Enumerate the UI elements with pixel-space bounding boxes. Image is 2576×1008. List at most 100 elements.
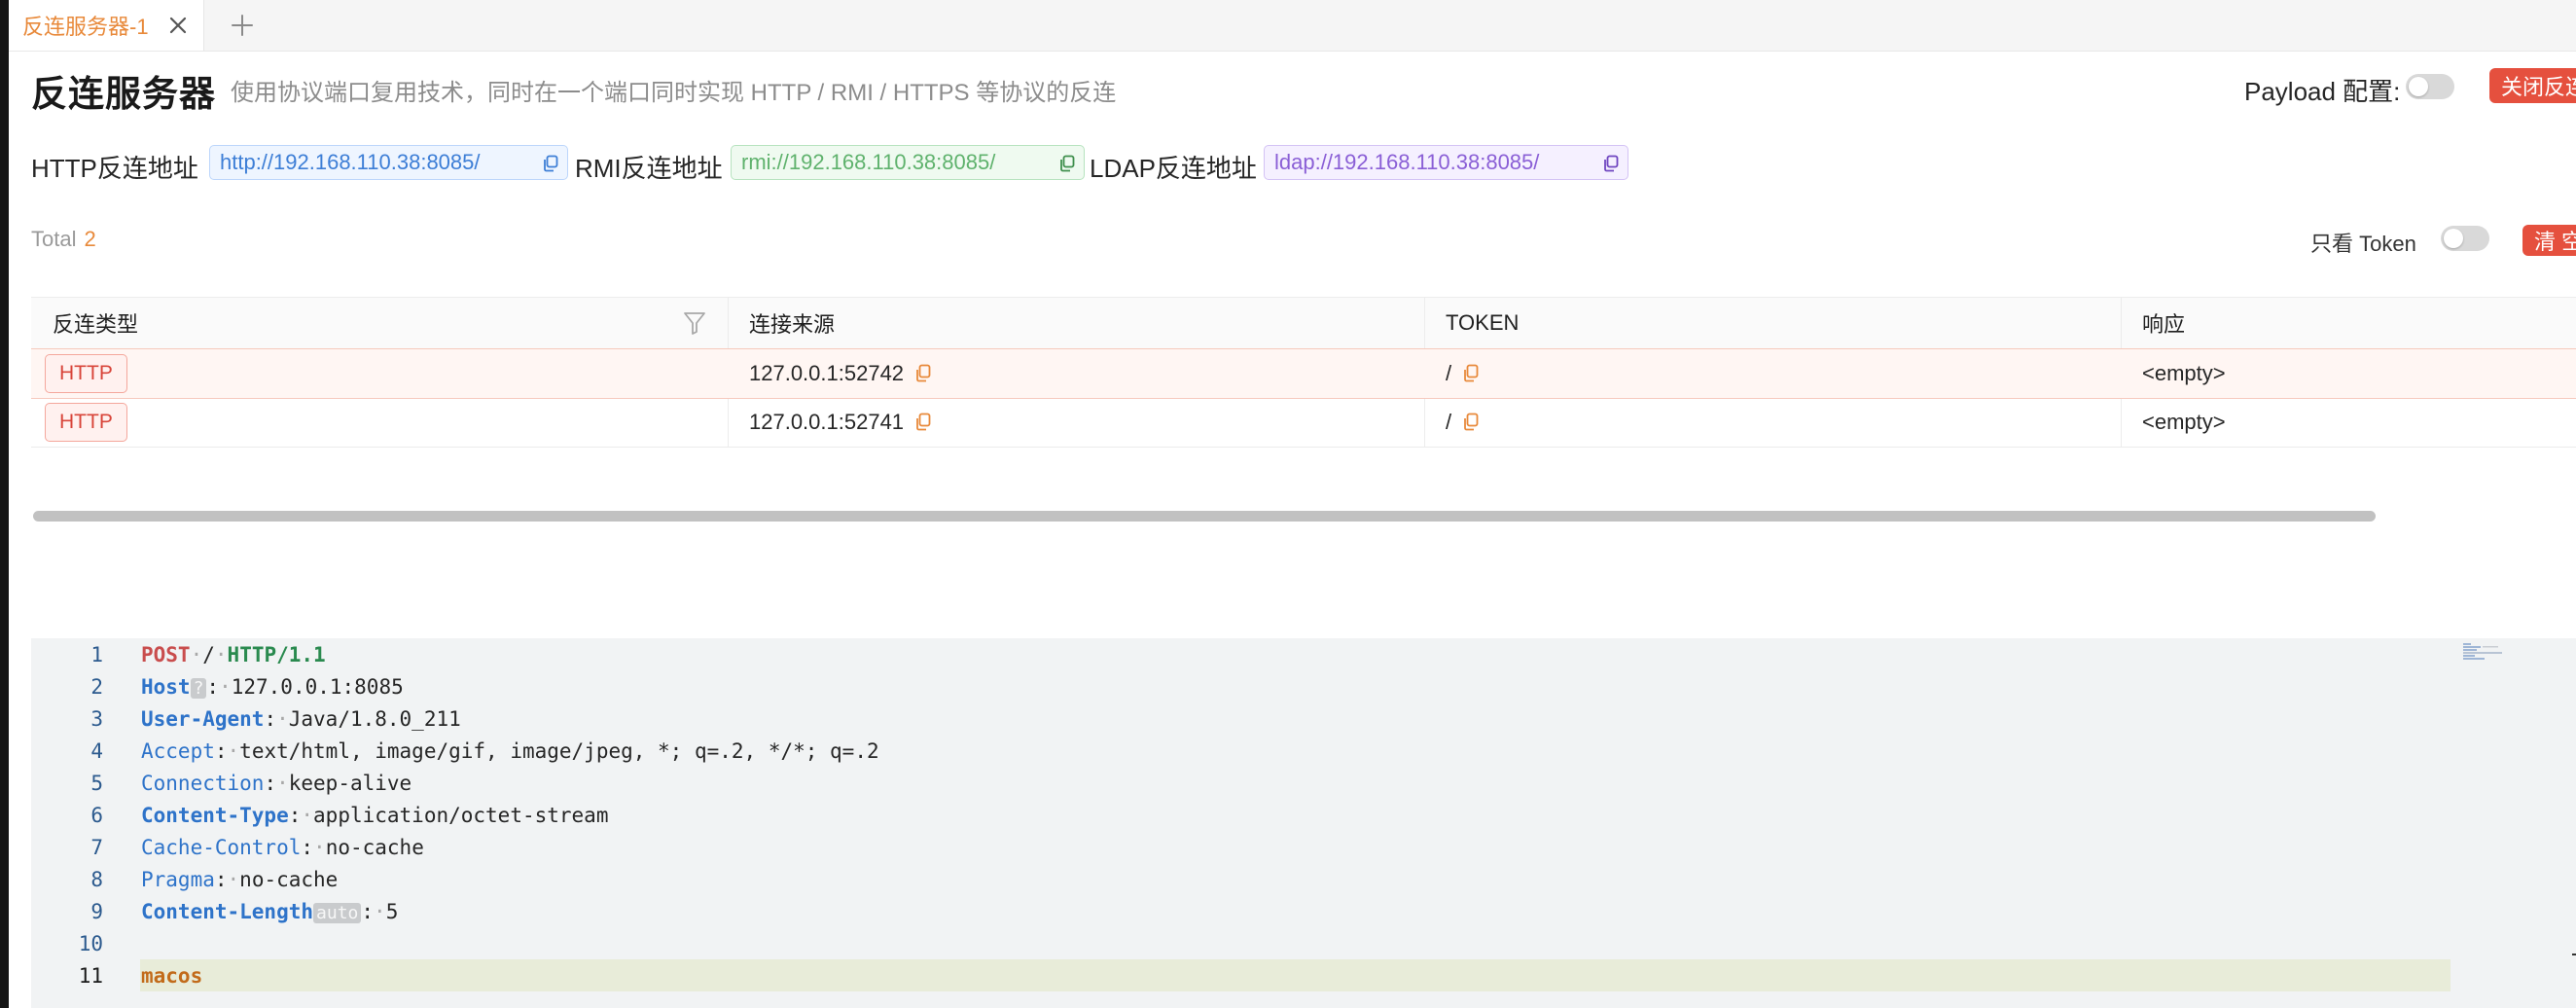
table-header: 反连类型 连接来源 TOKEN 响应 [31, 298, 2576, 349]
rmi-address-label: RMI反连地址 [575, 154, 723, 183]
request-line: POST·/·HTTP/1.1 [141, 642, 326, 666]
editor-minimap[interactable] [2463, 642, 2531, 662]
line-number: 1 [90, 642, 103, 666]
clear-button[interactable]: 清 空 [2522, 225, 2576, 256]
editor-line: 3 User-Agent:·Java/1.8.0_211 [31, 702, 2576, 735]
path: / [202, 642, 215, 666]
line-number: 4 [90, 738, 103, 763]
reverse-server-app: 反连服务器-1 反连服务器 使用协议端口复用技术，同时在一个端口同时实现 HTT… [9, 0, 2576, 1008]
token-only-label: 只看 Token [2310, 232, 2416, 256]
filter-icon[interactable] [682, 309, 707, 337]
line-number: 3 [90, 706, 103, 731]
token-cell: / [1424, 398, 1481, 447]
line-number: 8 [90, 867, 103, 891]
column-header-response[interactable]: 响应 [2121, 298, 2576, 348]
tab-strip: 反连服务器-1 [9, 0, 2576, 52]
ldap-address-tag[interactable]: ldap://192.168.110.38:8085/ [1264, 145, 1628, 180]
header-value: no-cache [325, 835, 424, 859]
total-count: Total 2 [31, 227, 96, 252]
table-row[interactable]: HTTP 127.0.0.1:52742 / <empty> [31, 348, 2576, 399]
column-token-label: TOKEN [1446, 310, 1520, 335]
header-line: Pragma:·no-cache [141, 867, 339, 891]
header-line: Content-Type:·application/octet-stream [141, 803, 609, 827]
column-header-type[interactable]: 反连类型 [31, 298, 728, 348]
ldap-address-label: LDAP反连地址 [1090, 154, 1257, 183]
response-cell: <empty> [2142, 410, 2226, 434]
page-description: 使用协议端口复用技术，同时在一个端口同时实现 HTTP / RMI / HTTP… [231, 80, 1117, 106]
payload-config-toggle[interactable] [2406, 74, 2454, 99]
editor-line: 9 Content-Length auto:·5 [31, 895, 2576, 927]
header-line: Host?:·127.0.0.1:8085 [141, 674, 404, 699]
header-value: text/html, image/gif, image/jpeg, *; q=.… [239, 738, 879, 763]
header-name: Pragma [141, 867, 215, 891]
ldap-address-value: ldap://192.168.110.38:8085/ [1274, 150, 1540, 174]
header-name: Cache-Control [141, 835, 302, 859]
header-value: 127.0.0.1:8085 [231, 674, 404, 699]
request-editor[interactable]: 1 POST·/·HTTP/1.1 2 Host?:·127.0.0.1:808… [31, 638, 2576, 1008]
header-name: Content-Type [141, 803, 289, 827]
editor-line: 11 macos [31, 959, 2576, 991]
editor-line: 5 Connection:·keep-alive [31, 767, 2576, 799]
column-header-source[interactable]: 连接来源 [728, 298, 1424, 348]
editor-line: 1 POST·/·HTTP/1.1 [31, 638, 2576, 670]
type-tag: HTTP [45, 354, 127, 393]
header-name: Accept [141, 738, 215, 763]
line-number: 7 [90, 835, 103, 859]
protocol: HTTP/1.1 [227, 642, 326, 666]
token-only-toggle[interactable] [2441, 226, 2489, 251]
plus-icon[interactable] [227, 10, 258, 41]
tab-label: 反连服务器-1 [22, 15, 149, 39]
editor-line: 4 Accept:·text/html, image/gif, image/jp… [31, 735, 2576, 767]
token-value: / [1446, 361, 1452, 385]
editor-line: 6 Content-Type:·application/octet-stream [31, 799, 2576, 831]
header-name: Content-Length [141, 899, 314, 923]
column-header-token[interactable]: TOKEN [1424, 298, 2121, 348]
type-cell: HTTP [31, 398, 127, 447]
line-number: 2 [90, 674, 103, 699]
line-number: 10 [78, 931, 103, 955]
copy-icon[interactable] [913, 363, 933, 384]
header-line: Accept:·text/html, image/gif, image/jpeg… [141, 738, 879, 763]
column-type-label: 反连类型 [53, 312, 139, 337]
line-number: 11 [78, 963, 103, 988]
column-response-label: 响应 [2142, 312, 2186, 337]
rmi-address-value: rmi://192.168.110.38:8085/ [741, 150, 996, 174]
copy-icon[interactable] [913, 412, 933, 433]
connections-table: 反连类型 连接来源 TOKEN 响应 HTTP 127.0.0.1:52742 [31, 297, 2576, 522]
header-line: User-Agent:·Java/1.8.0_211 [141, 706, 461, 731]
line-number: 6 [90, 803, 103, 827]
close-icon[interactable] [164, 12, 192, 39]
total-label: Total [31, 227, 77, 251]
token-cell: / [1424, 349, 1481, 398]
source-value: 127.0.0.1:52742 [749, 361, 905, 385]
header-line: Content-Length auto:·5 [141, 899, 399, 923]
http-address-tag[interactable]: http://192.168.110.38:8085/ [209, 145, 568, 180]
scrollbar-thumb[interactable] [33, 511, 2376, 522]
editor-line: 7 Cache-Control:·no-cache [31, 831, 2576, 863]
type-cell: HTTP [31, 349, 127, 398]
copy-icon[interactable] [1601, 154, 1621, 173]
close-reverse-button[interactable]: 关闭反连 [2489, 68, 2576, 103]
http-address-label: HTTP反连地址 [31, 154, 198, 183]
rmi-address-tag[interactable]: rmi://192.168.110.38:8085/ [731, 145, 1085, 180]
response-cell: <empty> [2142, 361, 2226, 385]
copy-icon[interactable] [1461, 412, 1481, 433]
editor-line: 10 [31, 927, 2576, 959]
copy-icon[interactable] [1057, 154, 1077, 173]
copy-icon[interactable] [541, 154, 560, 173]
tab-reverse-server-1[interactable]: 反连服务器-1 [9, 0, 204, 51]
editor-line: 2 Host?:·127.0.0.1:8085 [31, 670, 2576, 702]
window-edge [0, 0, 9, 1008]
header-line: Connection:·keep-alive [141, 771, 412, 795]
horizontal-scrollbar[interactable] [31, 509, 2576, 522]
line-number: 5 [90, 771, 103, 795]
copy-icon[interactable] [1461, 363, 1481, 384]
request-body: macos [141, 963, 203, 988]
header-line: Cache-Control:·no-cache [141, 835, 424, 859]
source-cell: 127.0.0.1:52742 [728, 349, 933, 398]
table-row[interactable]: HTTP 127.0.0.1:52741 / <empty> [31, 398, 2576, 448]
header-name: User-Agent [141, 706, 265, 731]
source-value: 127.0.0.1:52741 [749, 410, 905, 434]
toggle-knob [2444, 229, 2463, 248]
total-number: 2 [84, 227, 96, 251]
